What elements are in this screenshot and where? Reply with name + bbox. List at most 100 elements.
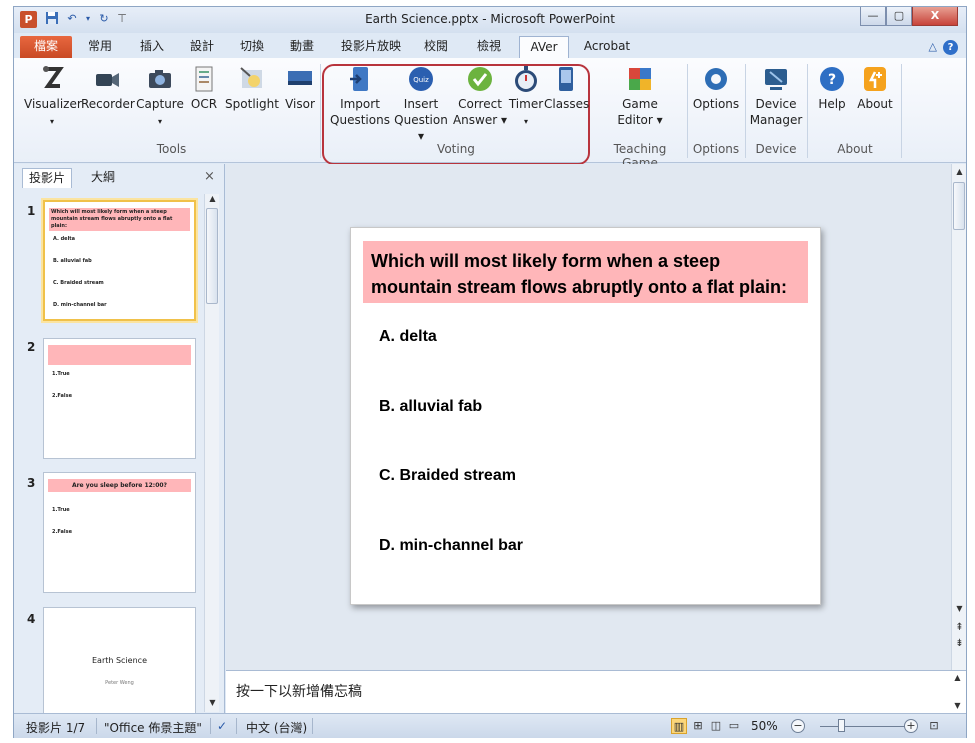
help-icon[interactable]: ? — [943, 40, 958, 55]
voting-group-label: Voting — [437, 142, 475, 156]
game-editor-icon — [629, 68, 651, 90]
game-editor-button[interactable]: Game Editor ▾ — [610, 64, 670, 128]
visor-button[interactable]: Visor — [282, 64, 318, 112]
spelling-check-icon[interactable]: ✓ — [217, 719, 227, 733]
slide-option[interactable]: D. min-channel bar — [379, 537, 523, 555]
tab-transitions[interactable]: 切換 — [232, 36, 272, 58]
ribbon-tabs: 檔案 常用 插入 設計 切換 動畫 投影片放映 校閱 檢視 AVer Acrob… — [14, 33, 966, 58]
tab-outline[interactable]: 大綱 — [78, 168, 128, 188]
ocr-button[interactable]: OCR — [188, 64, 220, 112]
scroll-up-icon[interactable]: ▲ — [952, 167, 967, 176]
device-manager-button[interactable]: Device Manager — [748, 64, 804, 128]
close-button[interactable]: X — [912, 7, 958, 26]
slide-option[interactable]: B. alluvial fab — [379, 398, 482, 416]
next-slide-icon[interactable]: ⇟ — [952, 638, 967, 649]
tab-insert[interactable]: 插入 — [132, 36, 172, 58]
svg-text:Quiz: Quiz — [413, 76, 429, 84]
normal-view-icon[interactable]: ▥ — [671, 718, 687, 734]
help-button[interactable]: ? Help — [814, 64, 850, 112]
slides-panel: 投影片 大綱 × 1 Which will most likely form w… — [14, 164, 225, 717]
slide-thumbnail-2[interactable]: 1.True 2.False — [43, 338, 196, 459]
reading-view-icon[interactable]: ◫ — [708, 718, 724, 734]
visualizer-button[interactable]: Visualizer ▾ — [24, 64, 82, 130]
slide-thumbnail-1[interactable]: Which will most likely form when a steep… — [43, 200, 196, 321]
scroll-down-icon[interactable]: ▼ — [950, 701, 965, 710]
slide-option[interactable]: C. Braided stream — [379, 467, 516, 485]
tab-home[interactable]: 常用 — [80, 36, 120, 58]
slide-number: 1 — [27, 204, 36, 218]
tab-file[interactable]: 檔案 — [20, 36, 72, 58]
tab-view[interactable]: 檢視 — [469, 36, 509, 58]
slide-option[interactable]: A. delta — [379, 328, 437, 346]
slide-sorter-icon[interactable]: ⊞ — [690, 718, 706, 734]
thumb-option: 2.False — [52, 393, 72, 399]
zoom-out-icon[interactable]: − — [791, 719, 805, 733]
slideshow-view-icon[interactable]: ▭ — [726, 718, 742, 734]
status-separator — [210, 718, 211, 734]
title-bar: P ↶ ▾ ↻ ⊤ Earth Science.pptx - Microsoft… — [14, 7, 966, 33]
classes-button[interactable]: Classes — [544, 64, 590, 112]
insert-question-button[interactable]: Quiz Insert Question ▾ — [390, 64, 452, 144]
language[interactable]: 中文 (台灣) — [246, 719, 307, 736]
slides-scrollbar[interactable]: ▲ ▼ — [204, 194, 219, 712]
scroll-up-icon[interactable]: ▲ — [950, 673, 965, 682]
ribbon-separator — [901, 64, 902, 158]
slide-thumbnail-4[interactable]: Earth Science Peter Weng — [43, 607, 196, 717]
status-separator — [96, 718, 97, 734]
status-bar: 投影片 1/7 "Office 佈景主題" ✓ 中文 (台灣) ▥ ⊞ ◫ ▭ … — [14, 713, 966, 738]
maximize-button[interactable]: ▢ — [886, 7, 912, 26]
tab-design[interactable]: 設計 — [182, 36, 222, 58]
slide-question-title[interactable]: Which will most likely form when a steep… — [363, 241, 808, 303]
correct-answer-button[interactable]: Correct Answer ▾ — [452, 64, 508, 128]
tab-aver[interactable]: AVer — [519, 36, 569, 58]
previous-slide-icon[interactable]: ⇞ — [952, 622, 967, 633]
timer-button[interactable]: Timer ▾ — [508, 64, 544, 130]
recorder-icon — [96, 73, 119, 87]
scroll-up-icon[interactable]: ▲ — [205, 194, 220, 203]
checkmark-icon — [468, 67, 492, 91]
collapse-ribbon-icon[interactable]: △ — [929, 40, 937, 53]
tab-slides[interactable]: 投影片 — [22, 168, 72, 188]
tab-review[interactable]: 校閱 — [416, 36, 456, 58]
minimize-button[interactable]: — — [860, 7, 886, 26]
scroll-down-icon[interactable]: ▼ — [205, 698, 220, 707]
zoom-in-icon[interactable]: + — [904, 719, 918, 733]
scroll-down-icon[interactable]: ▼ — [952, 604, 967, 613]
thumb-option: 2.False — [52, 529, 72, 535]
zoom-slider-track[interactable] — [820, 726, 906, 727]
capture-dropdown-icon: ▾ — [157, 117, 162, 126]
current-slide[interactable]: Which will most likely form when a steep… — [350, 227, 821, 605]
capture-button[interactable]: Capture ▾ — [135, 64, 185, 130]
timer-dropdown-icon: ▾ — [523, 117, 528, 126]
slide-editor: Which will most likely form when a steep… — [226, 164, 966, 670]
import-questions-button[interactable]: Import Questions — [330, 64, 390, 128]
scroll-thumb[interactable] — [953, 182, 965, 230]
spotlight-button[interactable]: Spotlight — [224, 64, 280, 112]
timer-label: Timer — [508, 97, 544, 111]
visor-icon — [288, 71, 312, 85]
recorder-button[interactable]: Recorder — [81, 64, 135, 112]
zoom-slider-handle[interactable] — [838, 719, 845, 732]
tab-slideshow[interactable]: 投影片放映 — [336, 36, 406, 58]
theme-name: "Office 佈景主題" — [104, 721, 202, 735]
classes-label: Classes — [544, 97, 590, 111]
import-questions-label-2: Questions — [330, 113, 390, 127]
thumb-option: 1.True — [52, 371, 70, 377]
fit-to-window-icon[interactable]: ⊡ — [926, 718, 942, 734]
editor-scrollbar[interactable]: ▲ ▼ ⇞ ⇟ — [951, 164, 966, 670]
options-button[interactable]: Options — [691, 64, 741, 112]
notes-placeholder[interactable]: 按一下以新增備忘稿 — [236, 681, 362, 701]
slide-number: 2 — [27, 340, 36, 354]
scroll-thumb[interactable] — [206, 208, 218, 304]
about-button[interactable]: About — [852, 64, 898, 112]
insert-question-label-1: Insert — [403, 97, 439, 111]
notes-pane[interactable]: 按一下以新增備忘稿 ▲ ▼ — [226, 670, 966, 713]
close-icon[interactable]: × — [204, 169, 215, 184]
ribbon-separator — [320, 64, 321, 158]
slide-thumbnail-3[interactable]: Are you sleep before 12:00? 1.True 2.Fal… — [43, 472, 196, 593]
tab-acrobat[interactable]: Acrobat — [579, 36, 635, 58]
slide-count: 投影片 1/7 — [26, 721, 86, 735]
classes-icon — [559, 67, 573, 91]
tab-animations[interactable]: 動畫 — [282, 36, 322, 58]
zoom-level[interactable]: 50% — [751, 719, 778, 733]
